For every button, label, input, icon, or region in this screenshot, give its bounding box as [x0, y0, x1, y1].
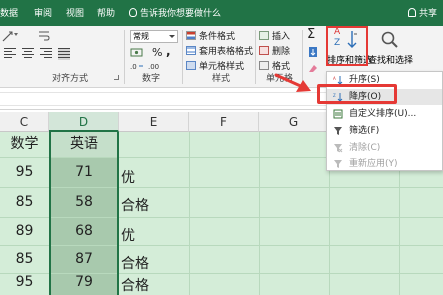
cell-c[interactable]: 95: [0, 274, 49, 295]
delete-cells-icon: [259, 46, 269, 55]
menu-item-custom-sort[interactable]: 自定义排序(U)...: [327, 106, 442, 122]
cell-styles-icon: [186, 61, 196, 70]
group-divider: [124, 30, 125, 84]
increase-decimal-icon[interactable]: .0: [130, 61, 144, 71]
conditional-format-label: 条件格式: [199, 32, 236, 42]
number-format-select[interactable]: 常规: [130, 30, 178, 43]
conditional-format-icon: [186, 31, 196, 40]
currency-icon[interactable]: [130, 47, 144, 58]
clear-filter-icon: [334, 144, 343, 153]
format-as-table-label: 套用表格格式: [199, 47, 254, 57]
dialog-launcher-icon[interactable]: [114, 75, 119, 80]
menu-item-clear[interactable]: 清除(C): [327, 140, 442, 156]
cell-e[interactable]: 合格: [119, 274, 189, 295]
menu-item-label: 自定义排序(U)...: [349, 109, 417, 119]
lightbulb-icon: [129, 8, 137, 17]
person-icon: [407, 8, 416, 17]
chevron-down-icon: [169, 35, 175, 38]
menu-item-filter[interactable]: 筛选(F): [327, 123, 442, 139]
column-header-c[interactable]: C: [0, 112, 49, 132]
grid-line: [189, 132, 190, 295]
reapply-icon: [334, 160, 342, 168]
group-divider: [302, 30, 303, 84]
cell-e[interactable]: 优: [119, 158, 189, 187]
cell-c[interactable]: 95: [0, 158, 49, 187]
tell-me-text: 告诉我你想要做什么: [140, 9, 222, 19]
tab-data[interactable]: 数据: [0, 6, 18, 19]
find-select-label: 查找和选择: [368, 56, 414, 66]
insert-button[interactable]: 插入: [259, 30, 290, 44]
number-group-label: 数字: [142, 74, 161, 84]
delete-label: 删除: [272, 47, 291, 57]
svg-text:.0: .0: [130, 63, 137, 71]
cells-group-label: 单元格: [266, 74, 294, 84]
conditional-format-button[interactable]: 条件格式: [186, 30, 235, 44]
align-right-icon[interactable]: [40, 48, 52, 60]
menu-item-reapply[interactable]: 重新应用(Y): [327, 156, 442, 172]
insert-label: 插入: [272, 32, 291, 42]
format-cells-icon: [259, 61, 269, 70]
number-format-value: 常规: [133, 32, 149, 41]
chevron-down-icon[interactable]: [14, 33, 18, 36]
tab-view[interactable]: 视图: [66, 6, 84, 19]
grid-line: [259, 132, 260, 295]
group-divider: [255, 30, 256, 84]
cell-c[interactable]: 85: [0, 246, 49, 273]
column-header-d[interactable]: D: [49, 112, 119, 132]
autosum-button[interactable]: Σ: [307, 27, 315, 42]
tell-me-box[interactable]: 告诉我你想要做什么: [129, 6, 221, 19]
fill-icon[interactable]: [307, 46, 319, 58]
cell-c-header[interactable]: 数学: [0, 132, 49, 157]
alignment-group-label: 对齐方式: [52, 74, 89, 84]
column-selection-border: [49, 132, 119, 295]
cell-e[interactable]: 优: [119, 218, 189, 245]
search-icon: [381, 31, 398, 48]
clear-icon[interactable]: [307, 62, 319, 74]
merge-center-icon[interactable]: [58, 48, 70, 60]
percent-button[interactable]: %: [152, 46, 162, 59]
delete-button[interactable]: 删除: [259, 45, 290, 59]
styles-group-label: 样式: [212, 74, 231, 84]
comma-button[interactable]: ,: [166, 44, 171, 58]
cell-e[interactable]: 合格: [119, 246, 189, 273]
menu-item-label: 筛选(F): [349, 126, 380, 136]
share-label: 共享: [418, 9, 437, 19]
column-header-g[interactable]: G: [259, 112, 329, 132]
align-center-icon[interactable]: [22, 48, 34, 60]
cell-e[interactable]: 合格: [119, 188, 189, 217]
tab-review[interactable]: 审阅: [34, 6, 52, 19]
column-header-f[interactable]: F: [189, 112, 259, 132]
menu-item-label: 重新应用(Y): [349, 159, 398, 169]
wrap-text-icon[interactable]: [38, 30, 50, 42]
ribbon-tab-bar: 数据 审阅 视图 帮助 告诉我你想要做什么 共享: [0, 0, 443, 26]
descending-highlight: [317, 84, 397, 104]
column-header-e[interactable]: E: [119, 112, 189, 132]
filter-icon: [334, 127, 342, 135]
insert-cells-icon: [259, 31, 269, 40]
cell-c[interactable]: 89: [0, 218, 49, 245]
tab-help[interactable]: 帮助: [97, 6, 115, 19]
sort-filter-highlight: [326, 26, 368, 66]
menu-item-label: 清除(C): [349, 143, 381, 153]
group-divider: [182, 30, 183, 84]
table-format-icon: [186, 46, 196, 55]
share-button[interactable]: 共享: [407, 6, 437, 19]
align-left-icon[interactable]: [4, 48, 16, 60]
svg-text:A: A: [333, 76, 336, 81]
format-as-table-button[interactable]: 套用表格格式: [186, 45, 253, 59]
cell-c[interactable]: 85: [0, 188, 49, 217]
decrease-decimal-icon[interactable]: .00: [148, 61, 162, 71]
orientation-icon[interactable]: [2, 30, 14, 42]
custom-sort-icon: [333, 109, 343, 119]
svg-text:.00: .00: [148, 63, 159, 71]
